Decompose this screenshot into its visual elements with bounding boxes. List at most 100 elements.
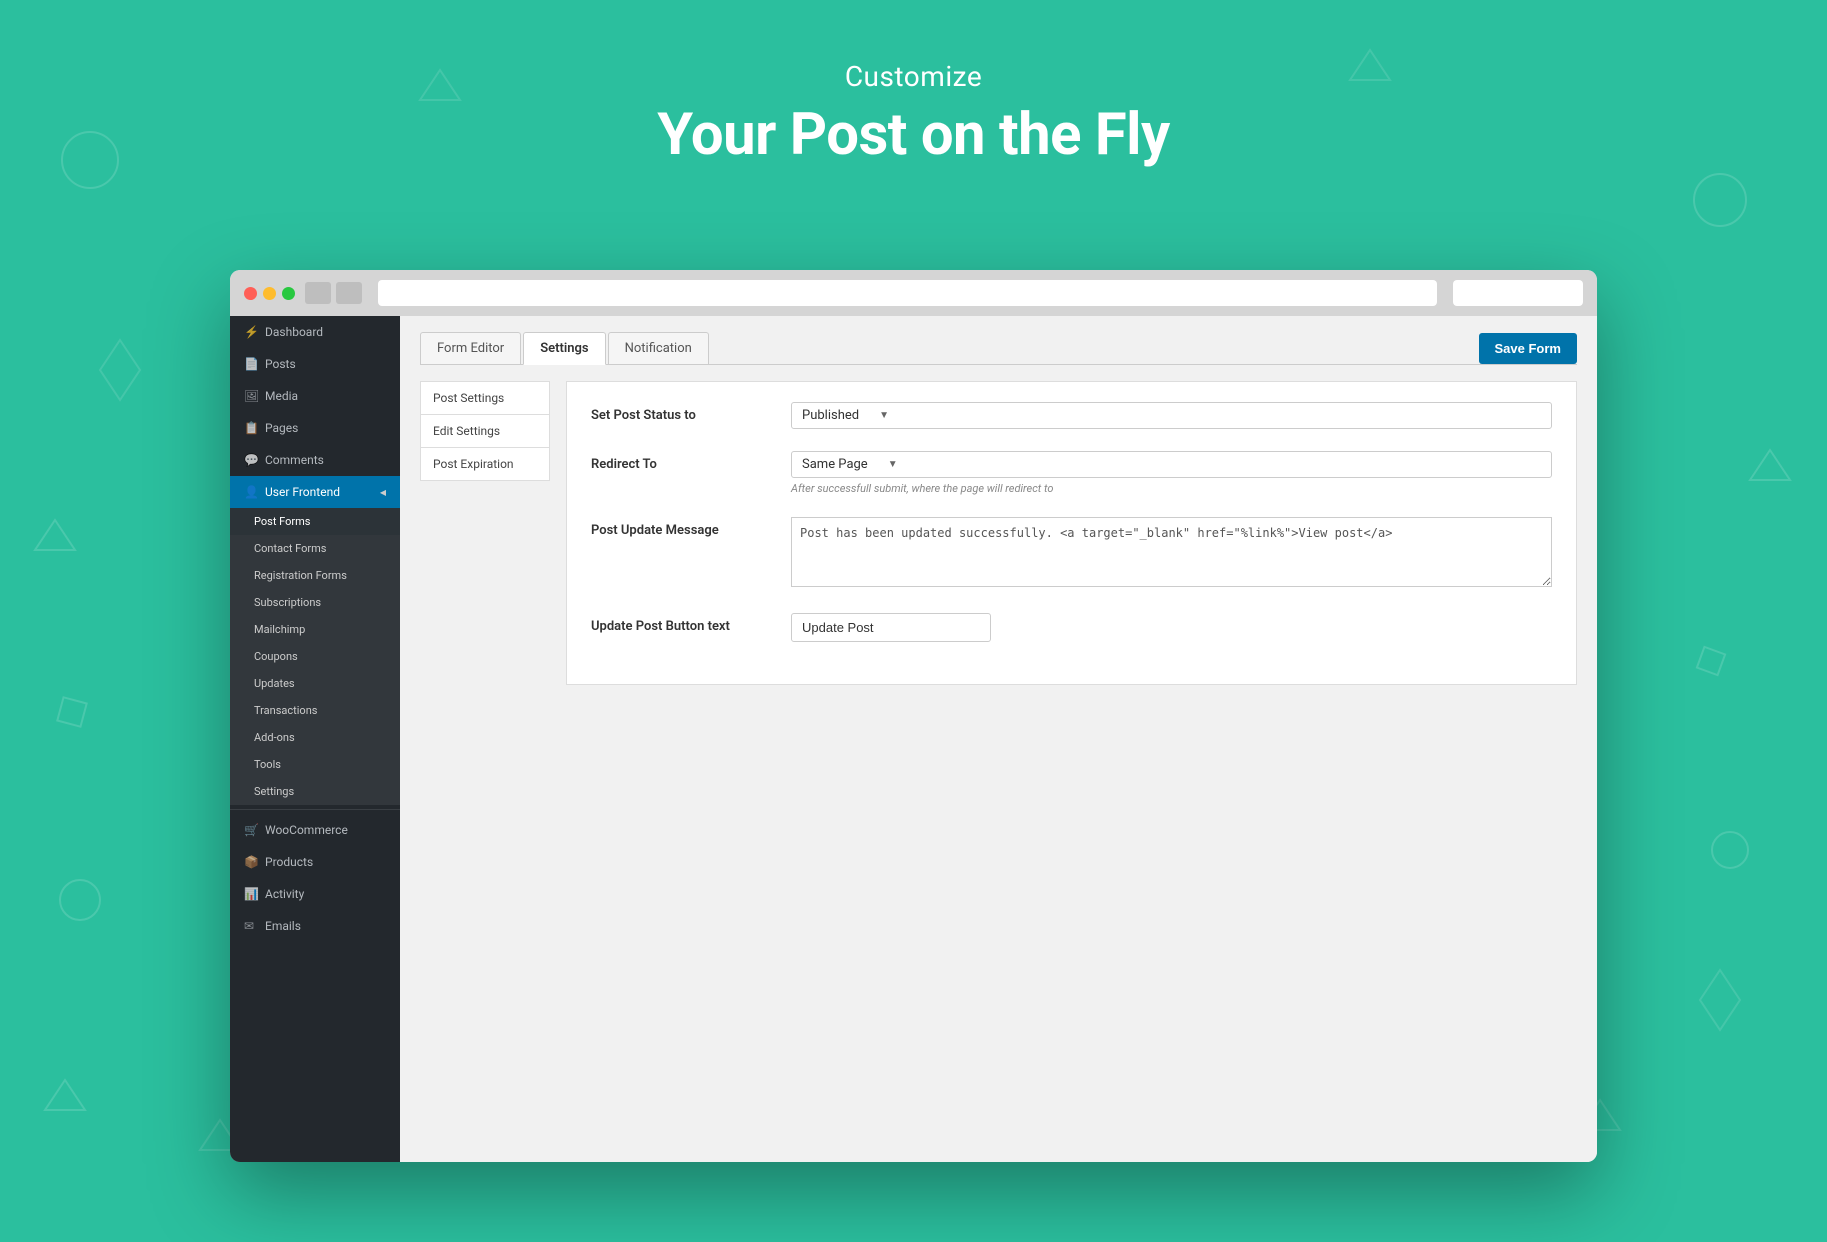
dashboard-icon: ⚡: [244, 325, 258, 339]
sidebar-item-label: Products: [265, 855, 313, 869]
sidebar-item-subscriptions[interactable]: Subscriptions: [230, 589, 400, 616]
sidebar-submenu-label: Registration Forms: [254, 569, 347, 582]
admin-sidebar: ⚡ Dashboard 📄 Posts 🖼 Media 📋 Pages 💬 Co…: [230, 316, 400, 1162]
button-text-control: [791, 613, 1552, 642]
sidebar-item-posts[interactable]: 📄 Posts: [230, 348, 400, 380]
update-message-control: Post has been updated successfully. <a t…: [791, 517, 1552, 591]
update-message-textarea[interactable]: Post has been updated successfully. <a t…: [791, 517, 1552, 587]
redirect-to-select[interactable]: Same Page ▼: [791, 451, 1552, 478]
sidebar-item-comments[interactable]: 💬 Comments: [230, 444, 400, 476]
sidebar-item-settings[interactable]: Settings: [230, 778, 400, 805]
sidebar-submenu: Post Forms Contact Forms Registration Fo…: [230, 508, 400, 805]
sidebar-item-dashboard[interactable]: ⚡ Dashboard: [230, 316, 400, 348]
sidebar-submenu-label: Tools: [254, 758, 281, 771]
chevron-down-icon: ▼: [879, 410, 889, 421]
minimize-button[interactable]: [263, 287, 276, 300]
sidebar-item-products[interactable]: 📦 Products: [230, 846, 400, 878]
sidebar-item-updates[interactable]: Updates: [230, 670, 400, 697]
sidebar-submenu-label: Settings: [254, 785, 294, 798]
close-button[interactable]: [244, 287, 257, 300]
tab-notification[interactable]: Notification: [608, 332, 709, 364]
post-status-value: Published: [802, 408, 859, 423]
sidebar-item-label: Emails: [265, 919, 301, 933]
header-subtitle: Customize: [0, 60, 1827, 93]
sidebar-item-woocommerce[interactable]: 🛒 WooCommerce: [230, 814, 400, 846]
sidebar-submenu-label: Contact Forms: [254, 542, 326, 555]
sidebar-item-user-frontend[interactable]: 👤 User Frontend: [230, 476, 400, 508]
settings-sidebar: Post Settings Edit Settings Post Expirat…: [420, 381, 550, 685]
settings-post-expiration[interactable]: Post Expiration: [420, 447, 550, 481]
sidebar-item-mailchimp[interactable]: Mailchimp: [230, 616, 400, 643]
products-icon: 📦: [244, 855, 258, 869]
form-row-redirect: Redirect To Same Page ▼ After successful…: [591, 451, 1552, 495]
sidebar-item-post-forms[interactable]: Post Forms: [230, 508, 400, 535]
header-section: Customize Your Post on the Fly: [0, 60, 1827, 169]
back-button[interactable]: [305, 282, 331, 304]
sidebar-item-label: Media: [265, 389, 298, 403]
sidebar-item-registration-forms[interactable]: Registration Forms: [230, 562, 400, 589]
form-row-update-message: Post Update Message Post has been update…: [591, 517, 1552, 591]
settings-post-settings[interactable]: Post Settings: [420, 381, 550, 414]
button-text-label: Update Post Button text: [591, 613, 791, 634]
sidebar-item-activity[interactable]: 📊 Activity: [230, 878, 400, 910]
browser-search[interactable]: [1453, 280, 1583, 306]
sidebar-submenu-label: Subscriptions: [254, 596, 321, 609]
activity-icon: 📊: [244, 887, 258, 901]
post-status-label: Set Post Status to: [591, 402, 791, 423]
sidebar-item-label: Dashboard: [265, 325, 323, 339]
redirect-to-hint: After successfull submit, where the page…: [791, 482, 1552, 495]
button-text-input[interactable]: [791, 613, 991, 642]
sidebar-submenu-label: Updates: [254, 677, 295, 690]
sidebar-item-label: Pages: [265, 421, 298, 435]
sidebar-item-contact-forms[interactable]: Contact Forms: [230, 535, 400, 562]
emails-icon: ✉: [244, 919, 258, 933]
sidebar-item-media[interactable]: 🖼 Media: [230, 380, 400, 412]
forward-button[interactable]: [336, 282, 362, 304]
tab-settings[interactable]: Settings: [523, 332, 605, 365]
sidebar-submenu-label: Add-ons: [254, 731, 295, 744]
redirect-to-control: Same Page ▼ After successfull submit, wh…: [791, 451, 1552, 495]
media-icon: 🖼: [244, 389, 258, 403]
sidebar-item-emails[interactable]: ✉ Emails: [230, 910, 400, 942]
redirect-to-value: Same Page: [802, 457, 868, 472]
tab-form-editor[interactable]: Form Editor: [420, 332, 521, 364]
maximize-button[interactable]: [282, 287, 295, 300]
tabs-bar: Form Editor Settings Notification Save F…: [420, 332, 1577, 365]
save-form-button[interactable]: Save Form: [1479, 333, 1577, 364]
comments-icon: 💬: [244, 453, 258, 467]
sidebar-divider: [230, 809, 400, 810]
sidebar-submenu-label: Coupons: [254, 650, 298, 663]
form-row-post-status: Set Post Status to Published ▼: [591, 402, 1552, 429]
sidebar-submenu-label: Mailchimp: [254, 623, 305, 636]
browser-window: ⚡ Dashboard 📄 Posts 🖼 Media 📋 Pages 💬 Co…: [230, 270, 1597, 1162]
user-frontend-icon: 👤: [244, 485, 258, 499]
woocommerce-icon: 🛒: [244, 823, 258, 837]
sidebar-item-label: Comments: [265, 453, 324, 467]
settings-edit-settings[interactable]: Edit Settings: [420, 414, 550, 447]
address-bar[interactable]: [378, 280, 1437, 306]
sidebar-item-label: User Frontend: [265, 485, 340, 499]
traffic-lights: [244, 287, 295, 300]
sidebar-submenu-label: Transactions: [254, 704, 317, 717]
sidebar-item-addons[interactable]: Add-ons: [230, 724, 400, 751]
sidebar-item-tools[interactable]: Tools: [230, 751, 400, 778]
post-status-control: Published ▼: [791, 402, 1552, 429]
pages-icon: 📋: [244, 421, 258, 435]
post-status-select[interactable]: Published ▼: [791, 402, 1552, 429]
browser-content: ⚡ Dashboard 📄 Posts 🖼 Media 📋 Pages 💬 Co…: [230, 316, 1597, 1162]
sidebar-item-coupons[interactable]: Coupons: [230, 643, 400, 670]
posts-icon: 📄: [244, 357, 258, 371]
redirect-to-label: Redirect To: [591, 451, 791, 472]
form-row-button-text: Update Post Button text: [591, 613, 1552, 642]
main-content: Form Editor Settings Notification Save F…: [400, 316, 1597, 1162]
sidebar-item-transactions[interactable]: Transactions: [230, 697, 400, 724]
sidebar-submenu-label: Post Forms: [254, 515, 310, 528]
sidebar-item-label: WooCommerce: [265, 823, 348, 837]
browser-chrome: [230, 270, 1597, 316]
header-title: Your Post on the Fly: [0, 101, 1827, 169]
sidebar-item-pages[interactable]: 📋 Pages: [230, 412, 400, 444]
settings-area: Post Settings Edit Settings Post Expirat…: [420, 381, 1577, 685]
update-message-label: Post Update Message: [591, 517, 791, 538]
browser-nav: [305, 282, 362, 304]
settings-form: Set Post Status to Published ▼ Redirect …: [566, 381, 1577, 685]
